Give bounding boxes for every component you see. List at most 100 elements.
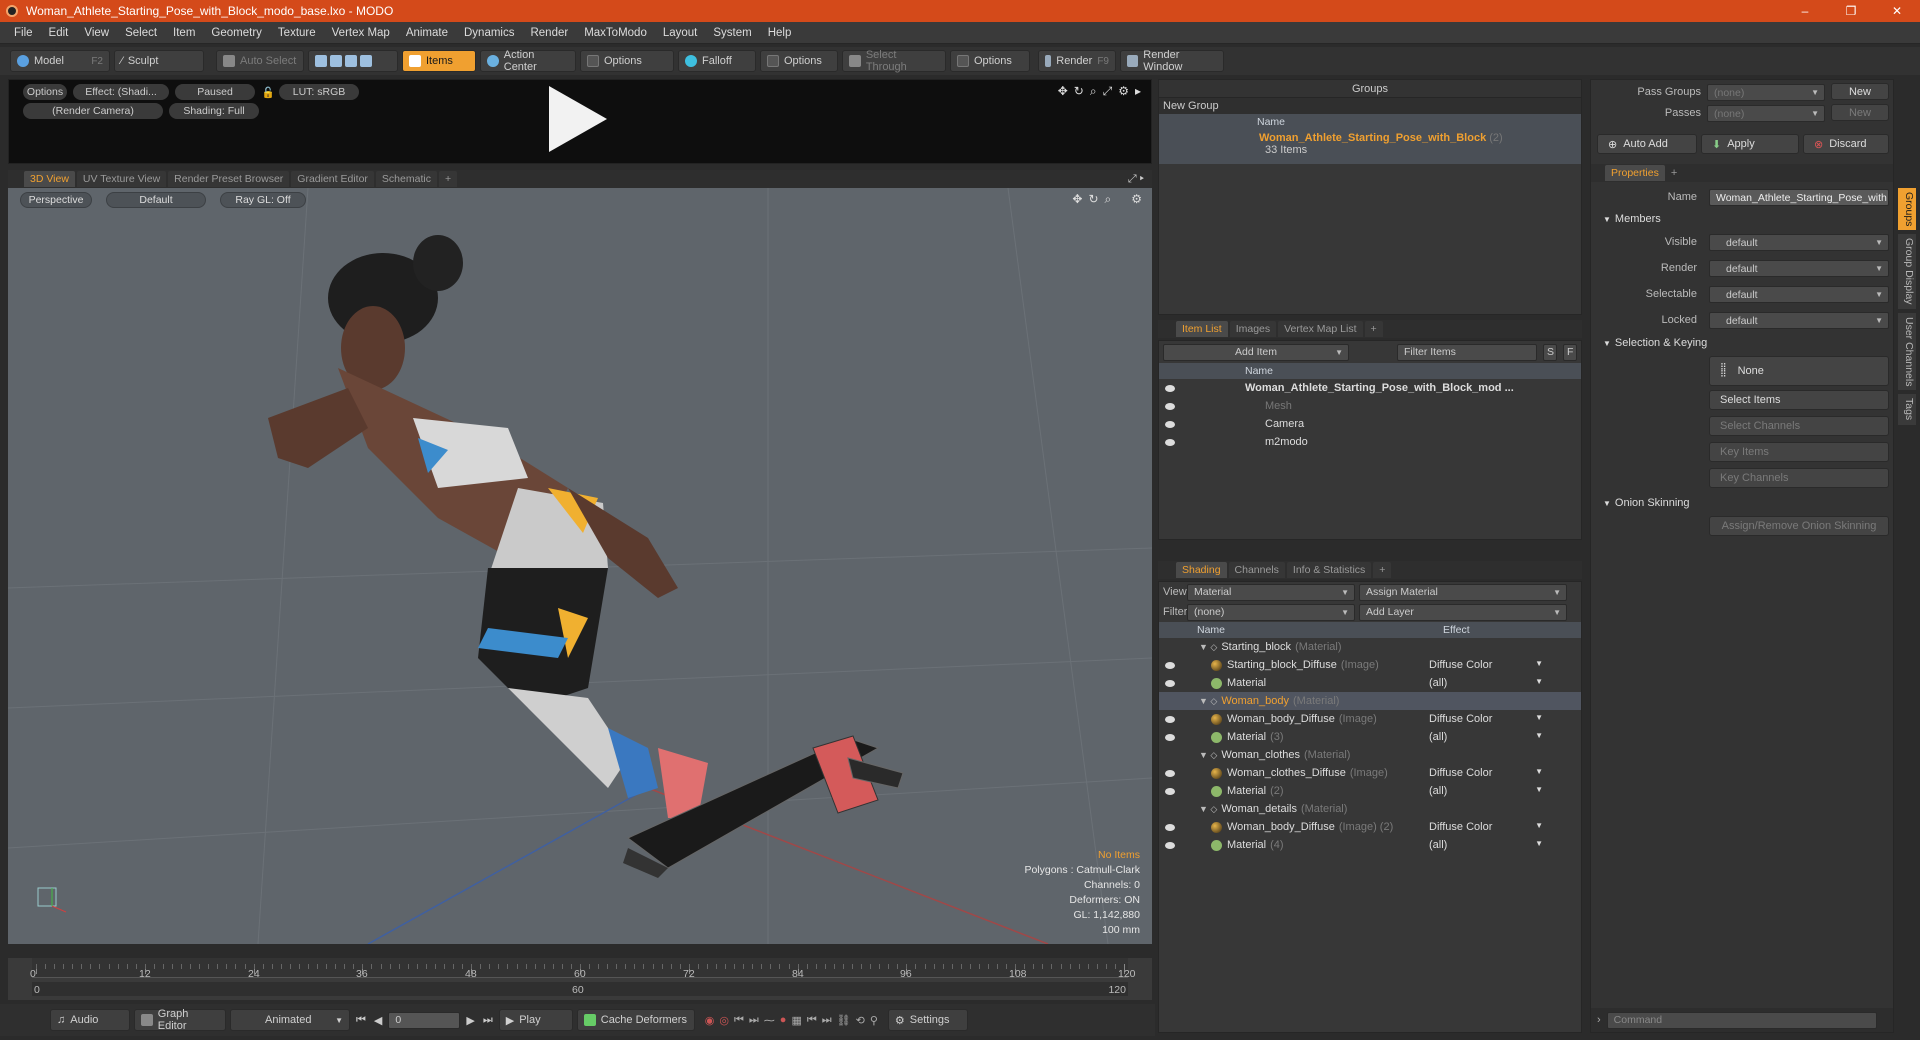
default-shading-button[interactable]: Default <box>106 192 206 208</box>
vtab-user-channels[interactable]: User Channels <box>1898 312 1916 391</box>
eye-icon[interactable] <box>1165 733 1175 741</box>
preview-effect-button[interactable]: Effect: (Shadi... <box>73 84 169 100</box>
vtab-tags[interactable]: Tags <box>1898 394 1916 425</box>
tab-3d-view[interactable]: 3D View <box>24 171 75 187</box>
render-camera-button[interactable]: (Render Camera) <box>23 103 163 119</box>
tab-vertex-map-list[interactable]: Vertex Map List <box>1278 321 1363 337</box>
zoom-icon[interactable]: ⌕ <box>1105 192 1112 207</box>
raygl-button[interactable]: Ray GL: Off <box>220 192 306 208</box>
add-tab-icon[interactable]: + <box>1671 167 1677 179</box>
model-mode-button[interactable]: Model F2 <box>10 50 110 72</box>
item-row[interactable]: Mesh <box>1159 397 1581 415</box>
name-input[interactable]: Woman_Athlete_Starting_Pose_with <box>1709 189 1889 206</box>
select-through-options-button[interactable]: Options <box>950 50 1030 72</box>
lock-icon[interactable]: 🔓 <box>261 84 275 100</box>
menu-texture[interactable]: Texture <box>270 27 324 39</box>
add-layer-dropdown[interactable]: Add Layer ▼ <box>1359 603 1567 621</box>
cache-deformers-button[interactable]: Cache Deformers <box>576 1009 695 1031</box>
add-tab-button[interactable]: + <box>1364 321 1383 337</box>
falloff-options-button[interactable]: Options <box>760 50 838 72</box>
edges-mode-icon[interactable] <box>330 55 342 67</box>
eye-icon[interactable] <box>1165 420 1175 428</box>
visible-dropdown[interactable]: default ▼ <box>1709 234 1889 251</box>
tab-channels[interactable]: Channels <box>1228 562 1285 578</box>
select-channels-button[interactable]: Select Channels <box>1709 416 1889 436</box>
shader-tree-row[interactable]: ▼ ◇ Woman_details (Material) <box>1159 800 1581 818</box>
link-icon[interactable]: ⛓ <box>837 1014 851 1027</box>
next-key-icon[interactable]: ⏭ <box>749 1014 759 1027</box>
materials-mode-icon[interactable] <box>360 55 372 67</box>
move-icon[interactable]: ✥ <box>1058 84 1068 99</box>
new-pass-button[interactable]: New <box>1831 104 1889 121</box>
action-center-button[interactable]: Action Center <box>480 49 576 73</box>
shader-tree-row[interactable]: Starting_block_Diffuse (Image) Diffuse Col… <box>1159 656 1581 674</box>
render-window-button[interactable]: Render Window <box>1120 49 1224 73</box>
shader-tree-row[interactable]: ▼ ◇ Starting_block (Material) <box>1159 638 1581 656</box>
eye-icon[interactable] <box>1165 841 1175 849</box>
auto-select-button[interactable]: Auto Select <box>216 50 304 72</box>
vtab-group-display[interactable]: Group Display <box>1898 234 1916 309</box>
shader-tree-row[interactable]: Woman_body_Diffuse (Image) Diffuse Color ▼ <box>1159 710 1581 728</box>
record-icon[interactable]: ● <box>780 1014 787 1027</box>
preview-paused-button[interactable]: Paused <box>175 84 255 100</box>
panel-expand-icon[interactable]: ⤢ ▸ <box>1128 173 1144 186</box>
shader-effect[interactable]: Diffuse Color ▼ <box>1425 767 1543 779</box>
move-icon[interactable]: ✥ <box>1072 192 1082 207</box>
shader-tree-row[interactable]: Material (all) ▼ <box>1159 674 1581 692</box>
sculpt-mode-button[interactable]: ⁄ Sculpt <box>114 50 204 72</box>
action-center-options-button[interactable]: Options <box>580 50 674 72</box>
tab-properties[interactable]: Properties <box>1605 165 1665 181</box>
zoom-icon[interactable]: ⌕ <box>1090 84 1097 99</box>
render-button[interactable]: Render F9 <box>1038 50 1116 72</box>
menu-dynamics[interactable]: Dynamics <box>456 27 522 39</box>
menu-help[interactable]: Help <box>760 27 800 39</box>
filter-icon[interactable]: ⚲ <box>870 1014 878 1027</box>
shader-effect[interactable]: Diffuse Color ▼ <box>1425 821 1543 833</box>
shader-effect[interactable]: (all) ▼ <box>1425 677 1543 689</box>
menu-file[interactable]: File <box>6 27 41 39</box>
tab-schematic[interactable]: Schematic <box>375 171 437 187</box>
command-input[interactable]: Command <box>1606 1011 1877 1029</box>
selection-keying-section[interactable]: ▼ Selection & Keying <box>1595 334 1707 352</box>
menu-vertex-map[interactable]: Vertex Map <box>324 27 398 39</box>
pass-groups-dropdown[interactable]: (none) ▼ <box>1707 84 1825 101</box>
shader-effect[interactable]: Diffuse Color ▼ <box>1425 659 1543 671</box>
assign-material-dropdown[interactable]: Assign Material ▼ <box>1359 583 1567 601</box>
current-frame-input[interactable]: 0 <box>388 1011 461 1029</box>
rotate-icon[interactable]: ↻ <box>1074 84 1084 99</box>
gear-icon[interactable]: ⚙ <box>1131 192 1142 207</box>
key-all-icon[interactable]: ◎ <box>719 1014 729 1027</box>
menu-system[interactable]: System <box>705 27 759 39</box>
key-channels-button[interactable]: Key Channels <box>1709 468 1889 488</box>
sync-icon[interactable]: ⟲ <box>856 1014 865 1027</box>
shader-tree-row[interactable]: Woman_clothes_Diffuse (Image) Diffuse Colo… <box>1159 764 1581 782</box>
menu-animate[interactable]: Animate <box>398 27 456 39</box>
render-dropdown[interactable]: default ▼ <box>1709 260 1889 277</box>
key-items-button[interactable]: Key Items <box>1709 442 1889 462</box>
menu-layout[interactable]: Layout <box>655 27 706 39</box>
timeline[interactable]: 0 12 24 36 48 60 72 84 96 108 120 0 60 120 <box>8 958 1152 1000</box>
item-row[interactable]: Woman_Athlete_Starting_Pose_with_Block_m… <box>1159 379 1581 397</box>
polygons-mode-icon[interactable] <box>345 55 357 67</box>
shader-tree-row[interactable]: Material (2) (all) ▼ <box>1159 782 1581 800</box>
step-back-icon[interactable]: ◀ <box>374 1014 382 1027</box>
shading-button[interactable]: Shading: Full <box>169 103 259 119</box>
shader-tree-row[interactable]: Material (4) (all) ▼ <box>1159 836 1581 854</box>
filter-f-button[interactable]: F <box>1563 343 1577 361</box>
items-mode-button[interactable]: Items <box>402 50 476 72</box>
filter-dropdown[interactable]: (none) ▼ <box>1187 603 1355 621</box>
tab-images[interactable]: Images <box>1229 321 1277 337</box>
minimize-button[interactable]: – <box>1782 0 1828 22</box>
shader-effect[interactable]: Diffuse Color ▼ <box>1425 713 1543 725</box>
vertices-mode-icon[interactable] <box>315 55 327 67</box>
new-group-button[interactable]: New Group <box>1159 98 1581 114</box>
tab-gradient-editor[interactable]: Gradient Editor <box>291 171 374 187</box>
key-first-icon[interactable]: ⏮ <box>807 1014 817 1027</box>
selection-mode-buttons[interactable] <box>308 50 398 72</box>
add-item-dropdown[interactable]: Add Item ▼ <box>1163 343 1349 361</box>
key-grid-icon[interactable]: ▦ <box>791 1014 801 1027</box>
animated-dropdown[interactable]: Animated ▼ <box>230 1009 350 1031</box>
audio-button[interactable]: ♫ Audio <box>50 1009 130 1031</box>
prev-key-icon[interactable]: ⏮ <box>734 1014 744 1027</box>
maximize-button[interactable]: ❐ <box>1828 0 1874 22</box>
